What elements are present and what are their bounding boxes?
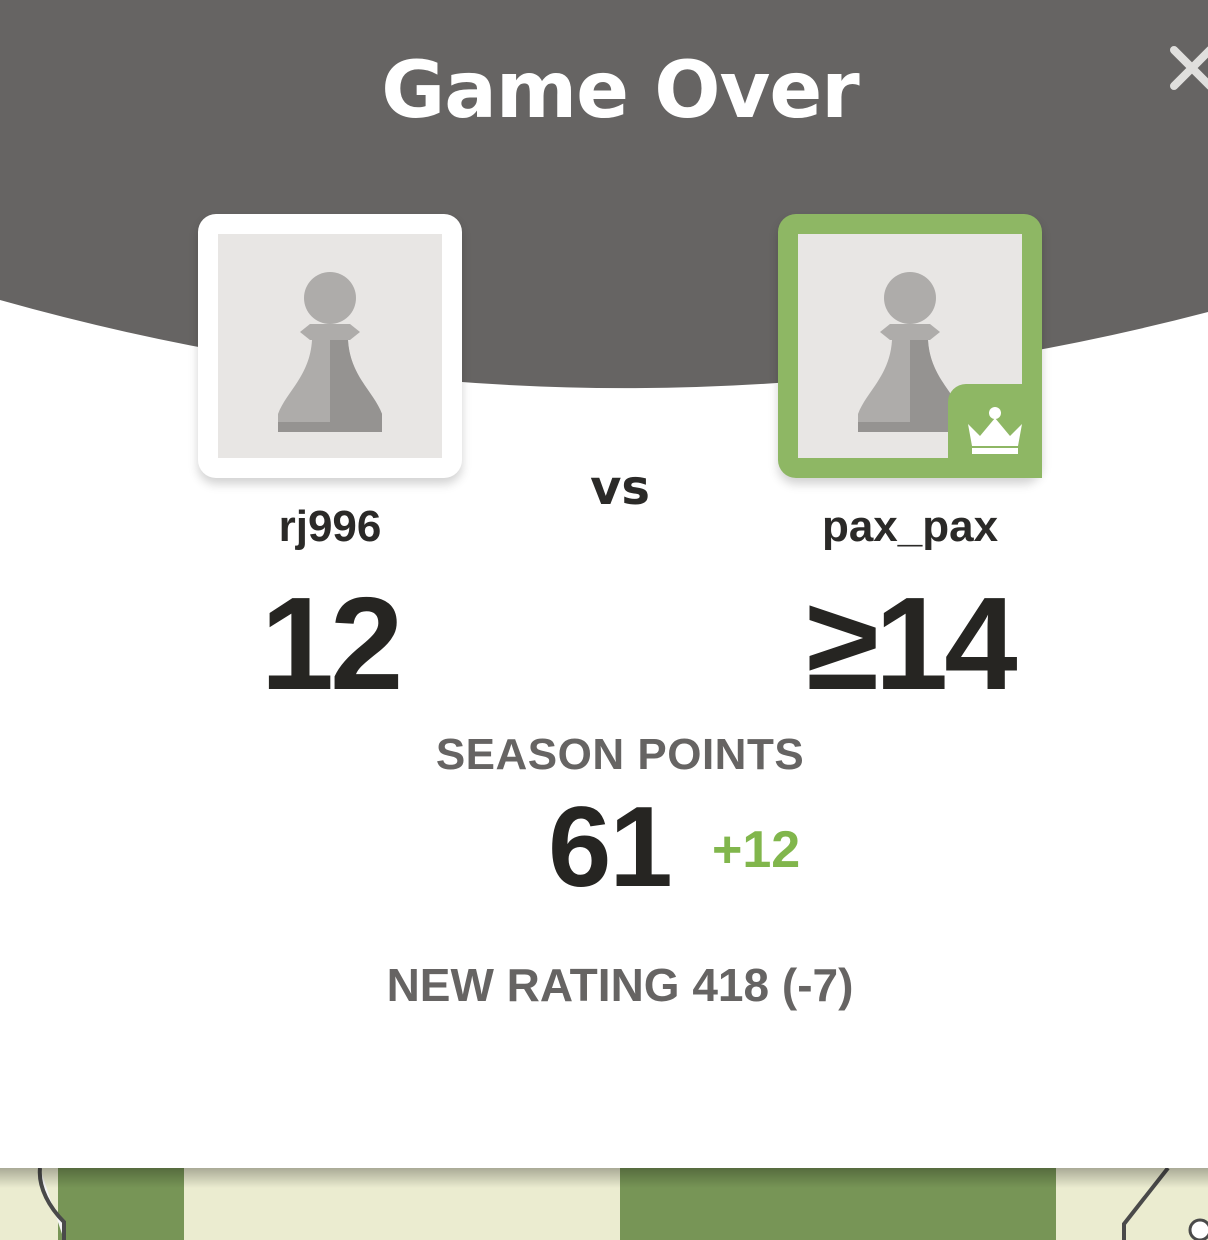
player-name-left[interactable]: rj996 [170,502,490,552]
game-over-modal: Game Over vs rj996 pax_pax 12 ≥14 SEASON… [0,0,1208,1168]
new-rating: NEW RATING 418 (-7) [386,959,854,1011]
close-icon[interactable] [1168,44,1208,92]
player-name-right[interactable]: pax_pax [750,502,1070,552]
modal-shadow [0,1168,1208,1188]
avatar-frame [218,234,442,458]
versus-label: vs [590,460,650,516]
player-avatar-left[interactable] [198,214,462,478]
close-button[interactable] [1168,44,1208,92]
season-points-label: SEASON POINTS [435,730,805,779]
modal-title: Game Over [381,46,860,136]
crown-icon [968,407,1022,454]
pawn-icon [278,272,382,432]
player-avatar-right[interactable] [778,214,1042,478]
player-score-right: ≥14 [806,570,1017,717]
season-points-row: 61 +12 [0,788,1208,908]
winner-badge [948,384,1042,478]
season-points-delta: +12 [712,821,801,879]
player-score-left: 12 [260,570,404,717]
season-points-value: 61 [548,784,673,911]
